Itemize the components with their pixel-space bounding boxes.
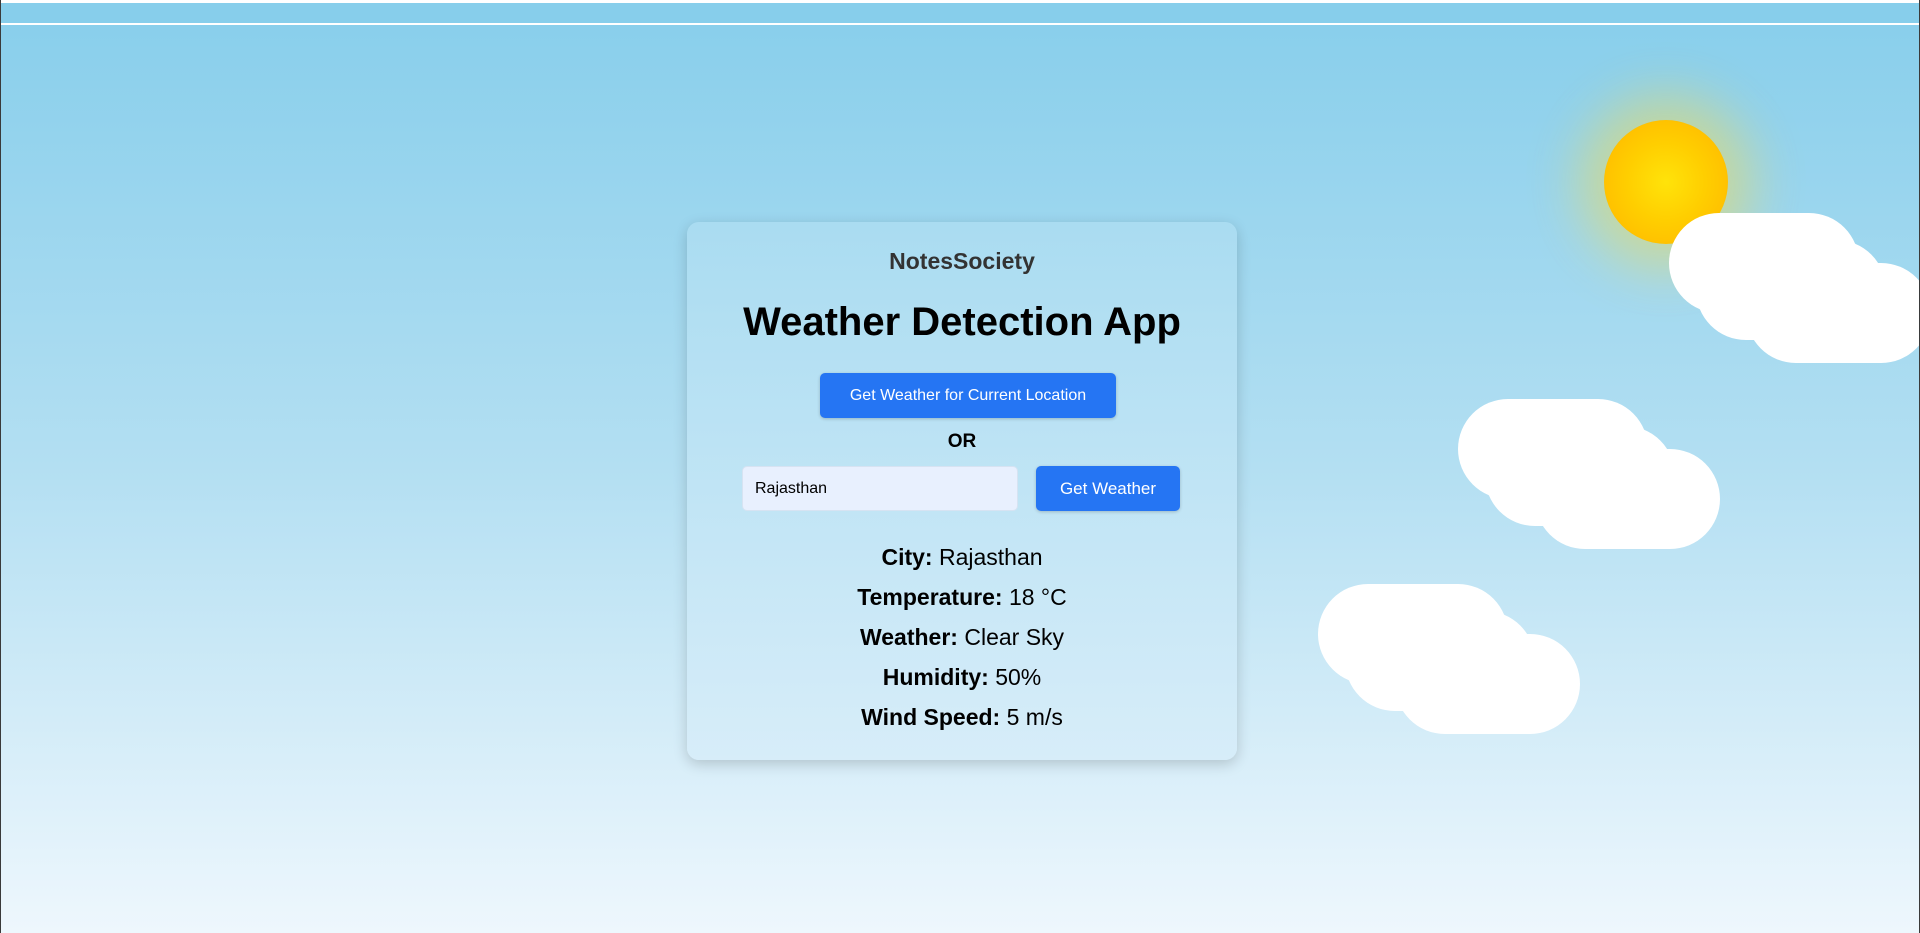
weather-row: Weather: Clear Sky <box>687 617 1237 657</box>
temperature-row: Temperature: 18 °C <box>687 577 1237 617</box>
humidity-row: Humidity: 50% <box>687 657 1237 697</box>
weather-info: City: Rajasthan Temperature: 18 °C Weath… <box>687 537 1237 737</box>
top-bar <box>1 0 1919 25</box>
city-row: City: Rajasthan <box>687 537 1237 577</box>
weather-card: NotesSociety Weather Detection App Get W… <box>687 222 1237 760</box>
wind-speed-row: Wind Speed: 5 m/s <box>687 697 1237 737</box>
current-location-button[interactable]: Get Weather for Current Location <box>820 373 1116 418</box>
city-input[interactable] <box>742 466 1018 511</box>
or-separator: OR <box>947 431 977 452</box>
temperature-value: 18 °C <box>1008 584 1067 610</box>
page-title: Weather Detection App <box>743 300 1181 344</box>
city-value: Rajasthan <box>938 544 1043 570</box>
get-weather-button[interactable]: Get Weather <box>1036 466 1180 511</box>
temperature-label: Temperature: <box>857 584 1003 610</box>
humidity-value: 50% <box>995 664 1042 690</box>
weather-page: NotesSociety Weather Detection App Get W… <box>0 0 1920 933</box>
wind-speed-label: Wind Speed: <box>861 704 1001 730</box>
humidity-label: Humidity: <box>882 664 989 690</box>
wind-speed-value: 5 m/s <box>1006 704 1063 730</box>
weather-label: Weather: <box>859 624 958 650</box>
city-label: City: <box>881 544 933 570</box>
brand-name: NotesSociety <box>889 248 1035 274</box>
weather-value: Clear Sky <box>964 624 1065 650</box>
